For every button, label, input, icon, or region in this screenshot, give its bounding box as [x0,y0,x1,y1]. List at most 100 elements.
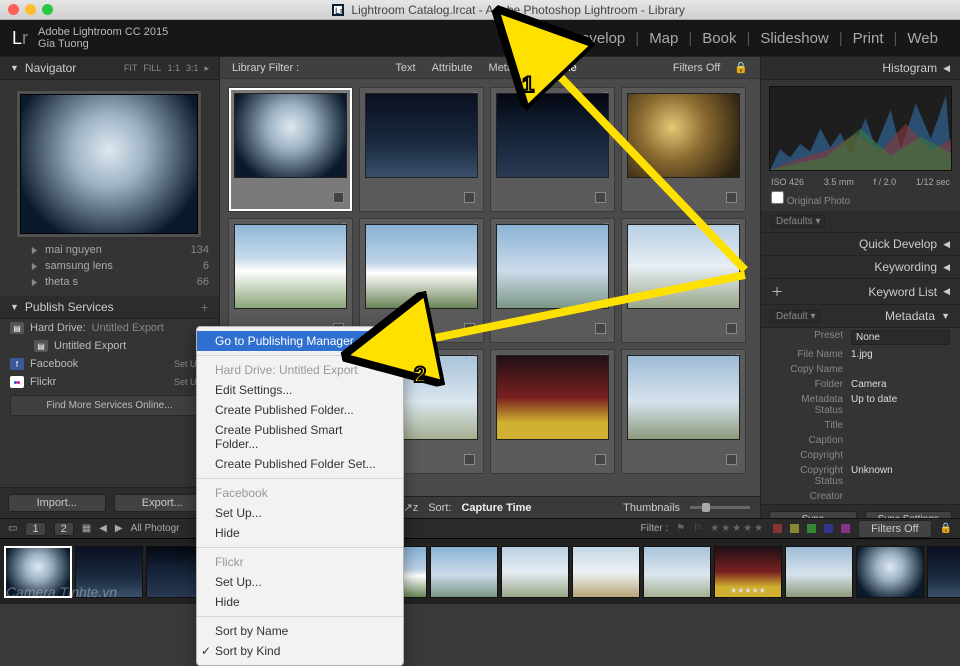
section-keywording[interactable]: Keywording◀ [761,256,960,279]
label-yellow[interactable] [790,524,799,533]
menu-item[interactable]: Edit Settings... [197,380,403,400]
window-close-button[interactable] [8,4,19,15]
menu-item[interactable]: Sort by Kind [197,641,403,661]
meta-creator[interactable]: Creator [761,489,960,504]
module-web[interactable]: Web [897,30,948,47]
film-thumb[interactable]: ★★★★★ [714,546,782,598]
menu-item[interactable]: Set Up... [197,503,403,523]
meta-folder[interactable]: FolderCamera [761,377,960,392]
navigator-preview[interactable] [0,80,219,242]
thumbnail-size-slider[interactable] [690,506,750,509]
label-green[interactable] [807,524,816,533]
label-red[interactable] [773,524,782,533]
rating-stars[interactable]: ★★★★★ [710,523,765,534]
label-blue[interactable] [824,524,833,533]
grid-cell[interactable]: 12 [621,349,746,474]
grid-cell[interactable]: 6 [359,218,484,343]
nav-next-icon[interactable]: ▶ [115,523,123,534]
grid-cell[interactable]: 5 [228,218,353,343]
lock-icon[interactable]: 🔒 [940,523,952,534]
page-2-button[interactable]: 2 [54,522,74,536]
lock-icon[interactable]: 🔒 [734,61,748,74]
film-thumb[interactable] [501,546,569,598]
filter-tab-attribute[interactable]: Attribute [432,62,473,74]
grid-cell[interactable]: 3 [490,87,615,212]
publish-header[interactable]: ▼ Publish Services ＋ [0,296,219,319]
meta-caption[interactable]: Caption [761,433,960,448]
menu-item[interactable]: Hide [197,523,403,543]
import-button[interactable]: Import... [8,494,106,512]
grid-cell[interactable]: 8 [621,218,746,343]
window-maximize-button[interactable] [42,4,53,15]
zoom-more-icon[interactable]: ▸ [204,63,209,74]
film-thumb[interactable] [430,546,498,598]
meta-file-name[interactable]: File Name1.jpg [761,347,960,362]
section-keyword-list[interactable]: ＋Keyword List◀ [761,279,960,305]
find-more-services-button[interactable]: Find More Services Online... [10,395,209,416]
page-1-button[interactable]: 1 [25,522,45,536]
folder-row[interactable]: samsung lens6 [0,258,219,274]
add-service-icon[interactable]: ＋ [200,301,209,314]
sort-value[interactable]: Capture Time [461,502,531,514]
film-thumb[interactable] [572,546,640,598]
module-slideshow[interactable]: Slideshow [750,30,838,47]
filter-tab-metadata[interactable]: Metadata [489,62,535,74]
film-thumb[interactable] [75,546,143,598]
menu-item[interactable]: Set Up... [197,572,403,592]
defaults-row[interactable]: Defaults ▾ [761,211,960,233]
preset-row[interactable]: Preset None [761,328,960,347]
menu-item[interactable]: Create Published Smart Folder... [197,420,403,454]
menu-item[interactable]: Create Published Folder Set... [197,454,403,474]
publish-hd[interactable]: ▤Hard Drive: Untitled Export [0,319,219,337]
publish-hd2[interactable]: ▤Untitled Export [0,337,219,355]
meta-copyright[interactable]: Copyright [761,448,960,463]
label-purple[interactable] [841,524,850,533]
second-window-icon[interactable]: ▭ [8,523,17,534]
section-metadata[interactable]: Default ▾Metadata▼ [761,305,960,328]
menu-item[interactable]: Create Published Folder... [197,400,403,420]
publish-fb[interactable]: fFacebookSet Up... [0,355,219,373]
flag-picked-icon[interactable]: ⚑ [676,523,685,534]
breadcrumb[interactable]: All Photogr [131,523,180,534]
meta-metadata-status[interactable]: Metadata StatusUp to date [761,392,960,418]
strip-filters-off[interactable]: Filters Off [858,520,931,538]
folder-row[interactable]: mai nguyen134 [0,242,219,258]
meta-title[interactable]: Title [761,418,960,433]
module-library[interactable]: Library [490,30,556,47]
zoom-3:1[interactable]: 3:1 [186,63,199,73]
section-quick-develop[interactable]: Quick Develop◀ [761,233,960,256]
film-thumb[interactable] [4,546,72,598]
zoom-fill[interactable]: FILL [143,63,161,73]
grid-cell[interactable]: 7 [490,218,615,343]
module-print[interactable]: Print [843,30,894,47]
film-thumb[interactable] [927,546,960,598]
grid-cell[interactable]: 2 [359,87,484,212]
film-thumb[interactable] [856,546,924,598]
publish-fl[interactable]: FlickrSet Up... [0,373,219,391]
film-thumb[interactable] [643,546,711,598]
histogram[interactable] [769,86,952,171]
navigator-header[interactable]: ▼ Navigator FITFILL1:13:1▸ [0,57,219,80]
meta-copy-name[interactable]: Copy Name [761,362,960,377]
filter-tab-none[interactable]: None [550,62,576,74]
menu-item[interactable]: Hide [197,592,403,612]
module-map[interactable]: Map [639,30,688,47]
grid-cell[interactable]: 1 [228,87,353,212]
flag-rejected-icon[interactable]: ⚐ [693,523,702,534]
histogram-header[interactable]: Histogram ◀ [761,57,960,80]
folder-row[interactable]: theta s66 [0,274,219,290]
grid-cell[interactable]: 4 [621,87,746,212]
filter-tab-text[interactable]: Text [395,62,415,74]
filters-off-toggle[interactable]: Filters Off [673,62,720,74]
zoom-1:1[interactable]: 1:1 [167,63,180,73]
menu-item[interactable]: Sort by Name [197,621,403,641]
menu-item[interactable]: Go to Publishing Manager... [197,331,403,351]
film-thumb[interactable] [785,546,853,598]
window-minimize-button[interactable] [25,4,36,15]
grid-cell[interactable]: 11 [490,349,615,474]
nav-prev-icon[interactable]: ◀ [99,523,107,534]
module-develop[interactable]: Develop [560,30,635,47]
zoom-fit[interactable]: FIT [124,63,138,73]
meta-copyright-status[interactable]: Copyright StatusUnknown [761,463,960,489]
original-photo-checkbox[interactable] [771,191,784,204]
